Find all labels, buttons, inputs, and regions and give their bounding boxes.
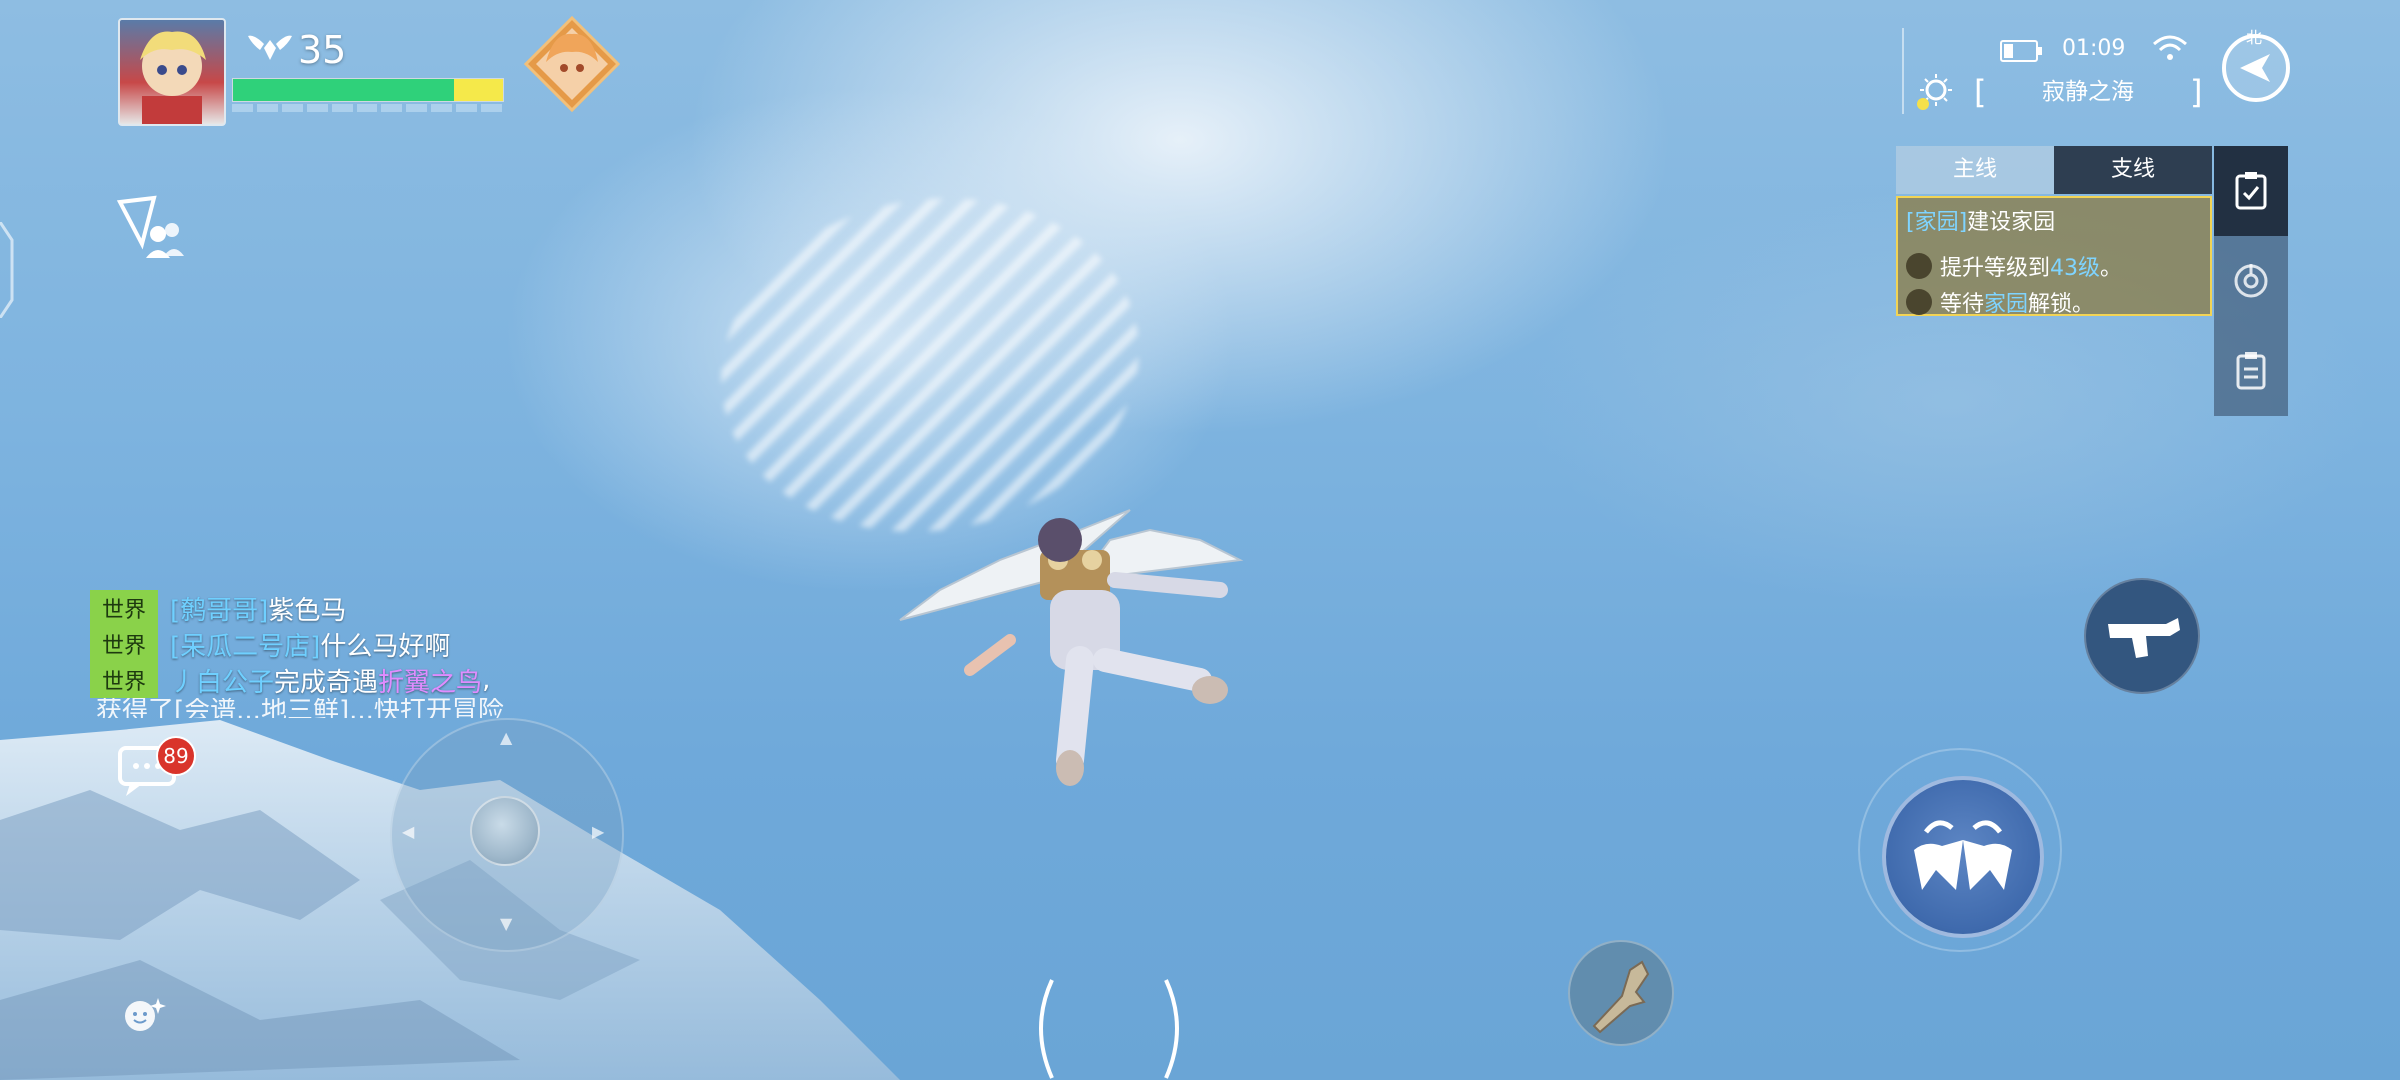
battery-fill (2004, 44, 2013, 58)
rank-wings-icon (248, 35, 292, 60)
locate-icon (2234, 264, 2268, 298)
chat-sender[interactable]: [鹩哥哥] (170, 590, 268, 627)
objective-text: 等待 (1940, 292, 1985, 317)
emoji-icon[interactable] (122, 994, 166, 1034)
wifi-icon (2153, 35, 2187, 60)
clipboard-button[interactable] (2214, 326, 2288, 416)
objective-status-dot (1906, 253, 1932, 279)
chat-line: 世界 [呆瓜二号店] 什么马好啊 (90, 626, 590, 662)
chat-cut-line: 获得了[会谱...地三鲜]...快打开冒险 (96, 698, 504, 718)
weather-icon (1917, 74, 1952, 110)
wings-glide-icon (1914, 820, 2012, 890)
task-check-button[interactable] (2214, 146, 2288, 236)
joystick-right-arrow: ▶ (592, 822, 605, 841)
locate-button[interactable] (2214, 236, 2288, 326)
glide-button[interactable] (1882, 776, 2044, 938)
chat-message: 完成奇遇 (274, 667, 379, 698)
chat-channel-tag: 世界 (90, 590, 159, 626)
chat-sender[interactable]: [呆瓜二号店] (170, 626, 320, 663)
chat-line: 世界 丿白公子 完成奇遇 折翼之鸟 , (90, 662, 590, 698)
quest-category: [家园] (1906, 210, 1968, 235)
chat-channel-tag: 世界 (90, 626, 159, 662)
chat-channel-tag: 世界 (90, 662, 159, 698)
location-bracket-right: ] (2190, 73, 2203, 111)
weapon-button[interactable] (2084, 578, 2200, 694)
location-name[interactable]: 寂静之海 (1976, 72, 2200, 112)
avatar-portrait (140, 31, 206, 124)
quest-objective: 提升等级到 43级。 (1906, 248, 2202, 284)
joystick-left-arrow: ◀ (402, 822, 415, 841)
chat-message: 什么马好啊 (320, 631, 451, 662)
chat-panel[interactable]: 世界 [鹩哥哥] 紫色马 世界 [呆瓜二号店] 什么马好啊 世界 丿白公子 完成… (90, 590, 590, 718)
clock-time: 01:09 (2062, 36, 2126, 61)
player-avatar[interactable] (118, 18, 226, 126)
objective-text: 提升等级到 (1940, 256, 2051, 281)
quest-objective: 等待 家园 解锁。 (1906, 284, 2202, 320)
left-edge-handle[interactable] (0, 222, 16, 318)
unread-badge: 89 (156, 736, 196, 776)
chat-message-tail: , (482, 665, 491, 695)
quest-title: [家园]建设家园 (1906, 204, 2202, 236)
hp-bar (232, 78, 504, 102)
joystick-up-arrow: ▲ (500, 728, 513, 747)
aim-arc-right (1164, 979, 1179, 1079)
objective-highlight: 43级 (2050, 256, 2101, 281)
chat-line: 世界 [鹩哥哥] 紫色马 (90, 590, 590, 626)
clipboard-icon (2236, 352, 2266, 390)
gun-icon (2108, 618, 2180, 658)
hp-bar-green-fill (233, 79, 455, 101)
quest-side-toolbar (2214, 146, 2288, 416)
objective-status-dot (1906, 289, 1932, 315)
item-button[interactable] (1568, 940, 1674, 1046)
objective-highlight: 家园 (1984, 292, 2029, 317)
chat-sender[interactable]: 丿白公子 (170, 662, 274, 699)
objective-suffix: 解锁。 (2028, 292, 2095, 317)
tab-main-quest[interactable]: 主线 (1896, 146, 2054, 194)
compass-icon[interactable] (2218, 30, 2294, 106)
quest-name: 建设家园 (1967, 210, 2056, 235)
guild-icon[interactable] (114, 194, 188, 264)
hp-bar-yellow-fill (454, 79, 503, 101)
energy-segments (232, 104, 502, 112)
joystick-down-arrow: ▼ (500, 914, 513, 933)
quest-tabs: 主线 支线 (1896, 146, 2212, 194)
battery-icon (2000, 40, 2042, 62)
objective-suffix: 。 (2100, 256, 2123, 281)
chat-highlight: 折翼之鸟 (378, 667, 483, 698)
player-character-gliding (899, 509, 1244, 786)
pet-avatar[interactable] (524, 16, 620, 112)
task-check-icon (2235, 172, 2267, 210)
player-level: 35 (298, 28, 347, 72)
chat-message: 紫色马 (268, 595, 347, 626)
item-icon (1592, 960, 1650, 1034)
status-divider (1902, 28, 1904, 114)
quest-tracker[interactable]: [家园]建设家园 提升等级到 43级。 等待 家园 解锁。 (1896, 196, 2212, 317)
tab-side-quest[interactable]: 支线 (2054, 146, 2212, 194)
aim-arc-left (1039, 979, 1054, 1079)
joystick-knob[interactable] (470, 796, 540, 866)
